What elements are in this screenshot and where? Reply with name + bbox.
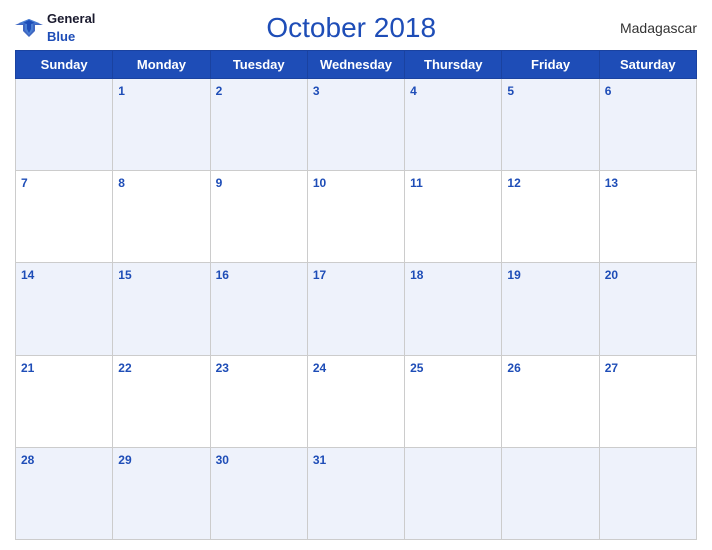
country-name: Madagascar: [607, 20, 697, 36]
calendar-day-cell: 26: [502, 355, 599, 447]
header-friday: Friday: [502, 51, 599, 79]
calendar-day-cell: 15: [113, 263, 210, 355]
calendar-day-cell: 18: [405, 263, 502, 355]
header-wednesday: Wednesday: [307, 51, 404, 79]
day-number: 22: [118, 361, 131, 375]
calendar-day-cell: [16, 79, 113, 171]
calendar-day-cell: 16: [210, 263, 307, 355]
calendar-day-cell: 11: [405, 171, 502, 263]
day-number: 15: [118, 268, 131, 282]
calendar-table: Sunday Monday Tuesday Wednesday Thursday…: [15, 50, 697, 540]
calendar-day-cell: 5: [502, 79, 599, 171]
day-number: 23: [216, 361, 229, 375]
calendar-day-cell: 22: [113, 355, 210, 447]
day-number: 25: [410, 361, 423, 375]
calendar-day-cell: 4: [405, 79, 502, 171]
calendar-day-cell: 2: [210, 79, 307, 171]
calendar-day-cell: 23: [210, 355, 307, 447]
calendar-day-cell: 20: [599, 263, 696, 355]
day-number: 29: [118, 453, 131, 467]
calendar-day-cell: 9: [210, 171, 307, 263]
day-number: 12: [507, 176, 520, 190]
calendar-day-cell: 8: [113, 171, 210, 263]
calendar-day-cell: 27: [599, 355, 696, 447]
logo-text: General Blue: [47, 10, 95, 46]
calendar-day-cell: [405, 447, 502, 539]
calendar-day-cell: 21: [16, 355, 113, 447]
day-number: 17: [313, 268, 326, 282]
header-tuesday: Tuesday: [210, 51, 307, 79]
day-number: 1: [118, 84, 125, 98]
header-thursday: Thursday: [405, 51, 502, 79]
calendar-day-cell: [599, 447, 696, 539]
calendar-day-cell: 10: [307, 171, 404, 263]
header-saturday: Saturday: [599, 51, 696, 79]
day-number: 10: [313, 176, 326, 190]
calendar-day-cell: 7: [16, 171, 113, 263]
calendar-day-cell: 14: [16, 263, 113, 355]
day-number: 27: [605, 361, 618, 375]
day-number: 31: [313, 453, 326, 467]
calendar-day-cell: 28: [16, 447, 113, 539]
calendar-day-cell: 31: [307, 447, 404, 539]
calendar-header: General Blue October 2018 Madagascar: [15, 10, 697, 46]
calendar-week-row: 14 15 16 17 18 19 20: [16, 263, 697, 355]
day-number: 6: [605, 84, 612, 98]
calendar-week-row: 28 29 30 31: [16, 447, 697, 539]
calendar-day-cell: 3: [307, 79, 404, 171]
logo: General Blue: [15, 10, 95, 46]
logo-bird-icon: [15, 17, 43, 39]
calendar-day-cell: 13: [599, 171, 696, 263]
day-number: 3: [313, 84, 320, 98]
calendar-week-row: 21 22 23 24 25 26 27: [16, 355, 697, 447]
day-number: 26: [507, 361, 520, 375]
day-number: 13: [605, 176, 618, 190]
day-number: 20: [605, 268, 618, 282]
day-number: 19: [507, 268, 520, 282]
day-number: 8: [118, 176, 125, 190]
calendar-day-cell: 6: [599, 79, 696, 171]
calendar-day-cell: 24: [307, 355, 404, 447]
day-number: 24: [313, 361, 326, 375]
day-number: 4: [410, 84, 417, 98]
calendar-day-cell: 12: [502, 171, 599, 263]
calendar-day-cell: 1: [113, 79, 210, 171]
day-number: 18: [410, 268, 423, 282]
day-number: 11: [410, 176, 423, 190]
day-number: 5: [507, 84, 514, 98]
header-monday: Monday: [113, 51, 210, 79]
calendar-week-row: 1 2 3 4 5 6: [16, 79, 697, 171]
calendar-day-cell: 25: [405, 355, 502, 447]
day-number: 7: [21, 176, 28, 190]
header-sunday: Sunday: [16, 51, 113, 79]
calendar-week-row: 7 8 9 10 11 12 13: [16, 171, 697, 263]
day-number: 28: [21, 453, 34, 467]
day-number: 21: [21, 361, 34, 375]
day-number: 9: [216, 176, 223, 190]
calendar-day-cell: 19: [502, 263, 599, 355]
day-number: 16: [216, 268, 229, 282]
calendar-day-cell: [502, 447, 599, 539]
calendar-day-cell: 29: [113, 447, 210, 539]
calendar-day-cell: 30: [210, 447, 307, 539]
calendar-day-cell: 17: [307, 263, 404, 355]
weekday-header-row: Sunday Monday Tuesday Wednesday Thursday…: [16, 51, 697, 79]
logo-blue: Blue: [47, 29, 75, 44]
logo-general: General: [47, 11, 95, 26]
day-number: 30: [216, 453, 229, 467]
day-number: 14: [21, 268, 34, 282]
day-number: 2: [216, 84, 223, 98]
calendar-title: October 2018: [95, 12, 607, 44]
